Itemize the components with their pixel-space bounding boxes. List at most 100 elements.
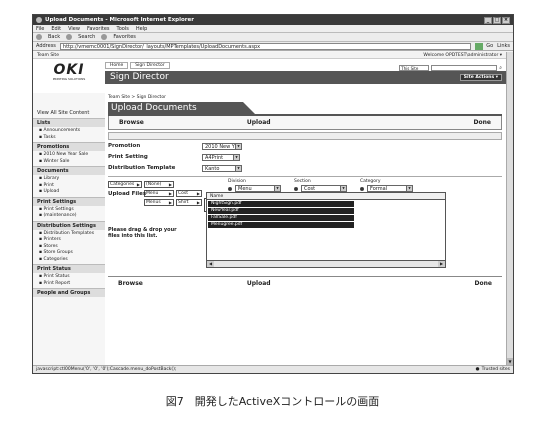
- file-row[interactable]: FallSale.pdf: [208, 215, 354, 221]
- field-distribution-template: Distribution Template Kanto ▼: [108, 163, 502, 173]
- scroll-down-icon[interactable]: ▼: [507, 358, 513, 365]
- go-icon[interactable]: [475, 42, 484, 50]
- chevron-down-icon: ▼: [235, 143, 241, 149]
- links-button[interactable]: Links: [497, 43, 510, 49]
- division-label: Division: [228, 179, 246, 184]
- chevron-down-icon: ▼: [233, 154, 239, 160]
- field-print-setting: Print Setting A4Print ▼: [108, 152, 502, 162]
- upload-button-bottom[interactable]: Upload: [247, 280, 271, 287]
- zone-label: Trusted sites: [481, 367, 510, 372]
- status-bar: javascript:ctl00Menu('0', '0', '0');Casc…: [33, 365, 513, 373]
- cascade-level3-cost[interactable]: Cost ▶: [176, 190, 202, 197]
- category-radio-select[interactable]: [360, 186, 364, 191]
- nav-item-upload[interactable]: ▪ Upload: [33, 188, 105, 195]
- window-title: Upload Documents - Microsoft Internet Ex…: [45, 17, 194, 23]
- nav-heading-print-settings[interactable]: Print Settings: [33, 196, 105, 206]
- menu-file[interactable]: File: [36, 26, 44, 32]
- browse-button[interactable]: Browse: [119, 119, 144, 126]
- view-all-content-link[interactable]: View All Site Content: [33, 107, 105, 116]
- favorites-button[interactable]: Favorites: [113, 34, 136, 40]
- favorites-icon[interactable]: [101, 34, 108, 40]
- done-button-bottom[interactable]: Done: [475, 280, 492, 287]
- file-drop-list[interactable]: Name NightSign.pdf NewYear.pdf FallSale.…: [206, 192, 446, 268]
- promotion-label: Promotion: [108, 143, 141, 149]
- tab-sign-director[interactable]: Sign Director: [130, 62, 170, 69]
- go-button[interactable]: Go: [486, 43, 493, 49]
- logo-brand: OKI: [53, 62, 85, 78]
- site-header: OKI PRINTING SOLUTIONS Home Sign Directo…: [33, 59, 506, 93]
- figure-caption: 図7 開発したActiveXコントロールの画面: [165, 395, 380, 408]
- menu-view[interactable]: View: [68, 26, 80, 32]
- section-label: Section: [294, 179, 311, 184]
- nav-heading-distribution[interactable]: Distribution Settings: [33, 220, 105, 230]
- cascade-level3-shirt[interactable]: Shirt ▶: [176, 199, 202, 206]
- breadcrumb[interactable]: Team Site > Sign Director: [108, 95, 502, 100]
- site-name[interactable]: Team Site: [37, 53, 59, 58]
- close-button[interactable]: ×: [502, 16, 510, 24]
- nav-item-maintenance[interactable]: ▪ (maintenance): [33, 212, 105, 219]
- scroll-right-icon[interactable]: ▶: [438, 261, 445, 267]
- status-row: [108, 132, 502, 140]
- scroll-left-icon[interactable]: ◀: [207, 261, 214, 267]
- division-radio-select[interactable]: [228, 186, 232, 191]
- menu-favorites[interactable]: Favorites: [87, 26, 110, 32]
- nav-heading-lists[interactable]: Lists: [33, 118, 105, 127]
- cascade-categories[interactable]: Categories ▶: [108, 181, 142, 188]
- browser-window: Upload Documents - Microsoft Internet Ex…: [32, 14, 514, 374]
- section-select[interactable]: Cost ▼: [301, 185, 347, 192]
- file-row[interactable]: NightSign.pdf: [208, 201, 354, 207]
- file-row[interactable]: Menugree.pdf: [208, 222, 354, 228]
- drop-instructions: Please drag & drop your files into this …: [108, 227, 177, 239]
- division-select[interactable]: Menu ▼: [235, 185, 281, 192]
- section-radio-select[interactable]: [294, 186, 298, 191]
- horizontal-scrollbar[interactable]: ◀ ▶: [207, 260, 445, 267]
- category-select[interactable]: Formal ▼: [367, 185, 413, 192]
- quick-launch: View All Site Content Lists ▪ Announceme…: [33, 93, 105, 365]
- print-setting-label: Print Setting: [108, 154, 148, 160]
- top-nav: Home Sign Director: [105, 62, 172, 69]
- page-title: Upload Documents: [108, 102, 255, 114]
- minimize-button[interactable]: _: [484, 16, 492, 24]
- tab-home[interactable]: Home: [105, 62, 129, 69]
- done-button[interactable]: Done: [474, 119, 491, 126]
- menu-edit[interactable]: Edit: [51, 26, 61, 32]
- field-promotion: Promotion 2010 New Y ▼: [108, 141, 502, 151]
- nav-item-winter-sale[interactable]: ▪ Winter Sale: [33, 158, 105, 165]
- nav-item-categories[interactable]: ▪ Categories: [33, 256, 105, 263]
- nav-heading-promotions[interactable]: Promotions: [33, 142, 105, 151]
- site-actions-button[interactable]: Site Actions ▾: [459, 74, 502, 81]
- browse-button-bottom[interactable]: Browse: [118, 280, 143, 287]
- nav-item-tasks[interactable]: ▪ Tasks: [33, 134, 105, 141]
- nav-item-print-report[interactable]: ▪ Print Report: [33, 280, 105, 287]
- distribution-template-select[interactable]: Kanto ▼: [202, 164, 242, 172]
- vertical-scrollbar[interactable]: ▼: [506, 52, 513, 365]
- back-button[interactable]: Back: [48, 34, 60, 40]
- cascade-level2-menus[interactable]: Menus ▶: [144, 199, 174, 206]
- nav-heading-print-status[interactable]: Print Status: [33, 264, 105, 273]
- print-setting-select[interactable]: A4Print ▼: [202, 153, 240, 161]
- top-strip: Team Site Welcome OPDTEST\administrator …: [33, 52, 506, 59]
- browser-toolbar: Back Search Favorites: [33, 33, 513, 42]
- menu-tools[interactable]: Tools: [117, 26, 129, 32]
- nav-heading-people[interactable]: People and Groups: [33, 288, 105, 297]
- file-row[interactable]: NewYear.pdf: [208, 208, 354, 214]
- search-button[interactable]: Search: [78, 34, 95, 40]
- maximize-button[interactable]: □: [493, 16, 501, 24]
- upload-button[interactable]: Upload: [247, 119, 271, 126]
- menu-help[interactable]: Help: [136, 26, 147, 32]
- main-panel: Team Site > Sign Director Upload Documen…: [108, 93, 502, 365]
- promotion-select[interactable]: 2010 New Y ▼: [202, 142, 242, 150]
- cascade-level2-menu[interactable]: Menu ▶: [144, 190, 174, 197]
- address-bar: Address http://vmemc0001/SignDirector/_l…: [33, 42, 513, 51]
- address-input[interactable]: http://vmemc0001/SignDirector/_layouts/M…: [59, 42, 472, 50]
- welcome-menu[interactable]: Welcome OPDTEST\administrator ▾: [423, 53, 502, 58]
- distribution-template-label: Distribution Template: [108, 165, 176, 171]
- nav-heading-documents[interactable]: Documents: [33, 166, 105, 175]
- category-label: Category: [360, 179, 381, 184]
- cascade-level1[interactable]: (None) ▶: [144, 181, 174, 188]
- file-list-header[interactable]: Name: [207, 193, 445, 200]
- divider: [108, 176, 502, 177]
- back-icon[interactable]: [36, 34, 42, 40]
- site-title: Sign Director: [110, 72, 169, 82]
- search-icon[interactable]: [66, 34, 73, 40]
